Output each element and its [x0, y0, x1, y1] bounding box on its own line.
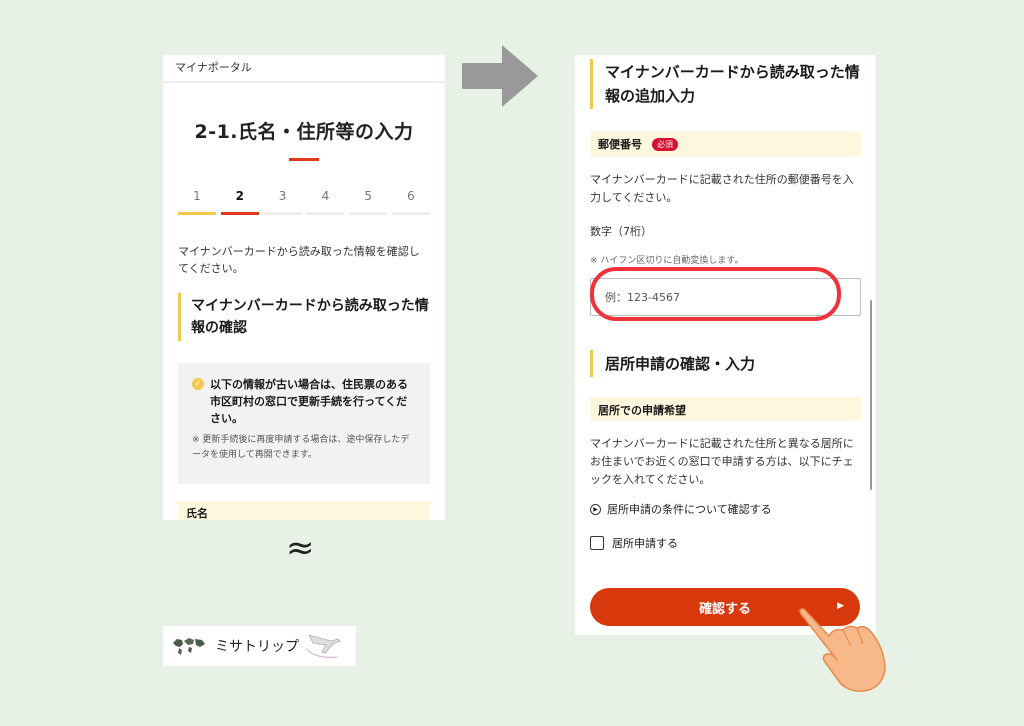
postal-code-input[interactable]: [590, 278, 861, 316]
step-6: 6: [391, 189, 430, 215]
postal-format: 数字（7桁）: [590, 225, 652, 238]
page-title: 2-1.氏名・住所等の入力: [194, 121, 414, 143]
postal-description: マイナンバーカードに記載された住所の郵便番号を入力してください。: [590, 173, 854, 204]
step-3: 3: [263, 189, 302, 215]
approx-symbol: ≈: [286, 528, 315, 568]
logo-text: ミサトリップ: [215, 639, 299, 655]
intro-text: マイナンバーカードから読み取った情報を確認してください。: [178, 245, 420, 275]
airplane-icon: [306, 634, 341, 658]
residence-heading: 居所申請の確認・入力: [590, 350, 861, 377]
left-screen: マイナポータル 2-1.氏名・住所等の入力 1 2 3 4 5 6 マイナンバー…: [163, 55, 445, 520]
section-heading: マイナンバーカードから読み取った情報の確認: [178, 293, 430, 341]
conditions-link[interactable]: ▶ 居所申請の条件について確認する: [575, 501, 876, 517]
step-4: 4: [306, 189, 345, 215]
right-arrow-icon: [462, 45, 538, 107]
portal-header: マイナポータル: [163, 55, 445, 83]
logo: ミサトリップ: [163, 626, 356, 666]
pointing-hand-icon: [799, 608, 886, 692]
play-circle-icon: ▶: [590, 503, 601, 515]
residence-description: マイナンバーカードに記載された住所と異なる居所にお住まいでお近くの窓口で申請する…: [590, 437, 854, 486]
world-map-icon: [173, 638, 205, 655]
check-icon: ✓: [192, 378, 204, 390]
notice-sub-text: ※ 更新手続後に再度申請する場合は、途中保存したデータを使用して再開できます。: [192, 435, 410, 460]
step-5: 5: [349, 189, 388, 215]
required-badge: 必須: [652, 137, 678, 151]
residence-checkbox-row[interactable]: 居所申請する: [575, 535, 876, 551]
residence-checkbox-label: 居所申請する: [612, 537, 678, 550]
postal-code-label: 郵便番号 必須: [590, 131, 861, 157]
additional-info-heading: マイナンバーカードから読み取った情報の追加入力: [590, 59, 861, 109]
step-indicator: 1 2 3 4 5 6: [163, 189, 445, 215]
title-underline: [289, 158, 319, 161]
notice-box: ✓ 以下の情報が古い場合は、住民票のある市区町村の窓口で更新手続を行ってください…: [178, 363, 430, 484]
step-2: 2: [220, 189, 259, 215]
scrollbar[interactable]: [870, 300, 872, 490]
name-field-label: 氏名: [178, 501, 430, 520]
right-screen: マイナンバーカードから読み取った情報の追加入力 郵便番号 必須 マイナンバーカー…: [575, 55, 876, 635]
step-1: 1: [178, 189, 216, 215]
residence-field-label: 居所での申請希望: [590, 397, 861, 421]
notice-main-text: 以下の情報が古い場合は、住民票のある市区町村の窓口で更新手続を行ってください。: [210, 378, 408, 425]
postal-note: ※ ハイフン区切りに自動変換します。: [590, 256, 744, 266]
residence-checkbox[interactable]: [590, 536, 604, 550]
